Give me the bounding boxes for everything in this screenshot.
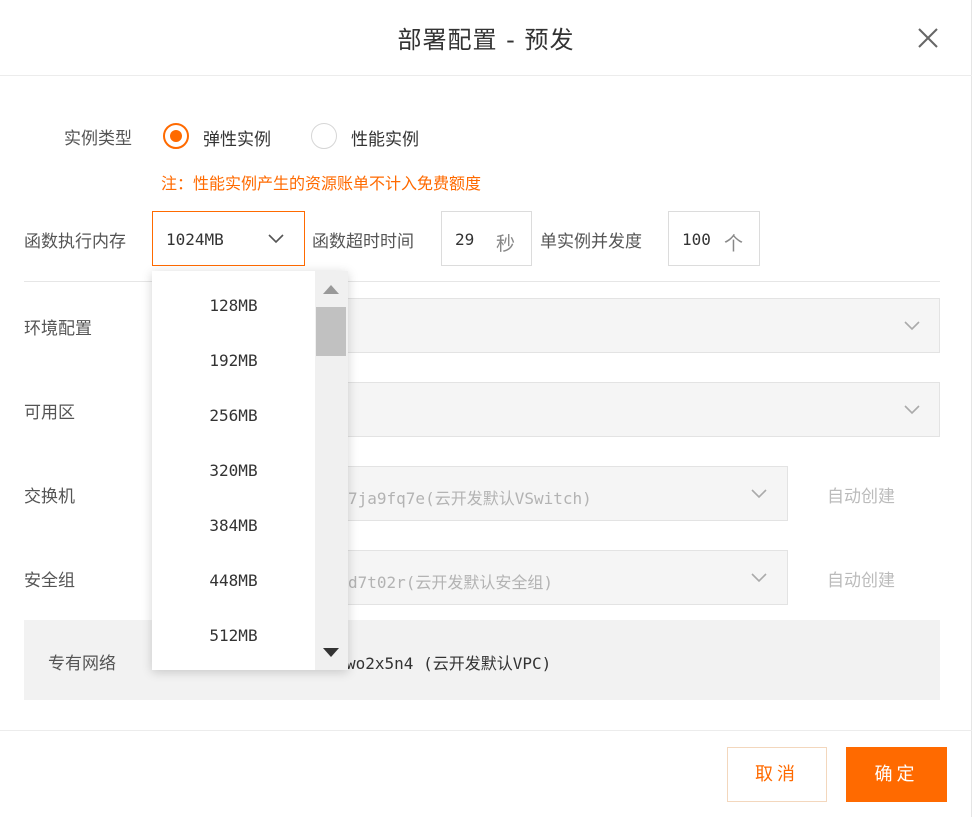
concurrency-input[interactable]: 100 个 bbox=[668, 211, 760, 266]
security-group-label: 安全组 bbox=[24, 571, 75, 591]
env-label: 环境配置 bbox=[24, 319, 92, 339]
concurrency-unit: 个 bbox=[724, 233, 744, 255]
instance-type-label: 实例类型 bbox=[64, 129, 132, 149]
memory-option-192[interactable]: 192MB bbox=[152, 333, 315, 388]
memory-option-384[interactable]: 384MB bbox=[152, 498, 315, 553]
memory-option-448[interactable]: 448MB bbox=[152, 553, 315, 608]
timeout-value: 29 bbox=[455, 230, 475, 249]
chevron-down-icon bbox=[268, 234, 284, 244]
memory-select[interactable]: 1024MB bbox=[152, 211, 305, 266]
cancel-button[interactable]: 取消 bbox=[727, 747, 827, 802]
vswitch-label: 交换机 bbox=[24, 487, 75, 507]
scroll-down-icon[interactable] bbox=[323, 648, 339, 657]
radio-performance-instance[interactable] bbox=[311, 123, 337, 149]
dialog-header: 部署配置 - 预发 bbox=[0, 0, 972, 76]
scroll-up-icon[interactable] bbox=[323, 285, 339, 294]
timeout-input[interactable]: 29 秒 bbox=[441, 211, 532, 266]
memory-select-value: 1024MB bbox=[166, 230, 224, 249]
confirm-button[interactable]: 确定 bbox=[846, 747, 947, 802]
dialog-title: 部署配置 - 预发 bbox=[397, 26, 575, 54]
security-group-select-value: d7t02r(云开发默认安全组) bbox=[348, 573, 554, 592]
scrollbar-thumb[interactable] bbox=[316, 307, 346, 356]
chevron-down-icon bbox=[751, 573, 767, 583]
memory-option-320[interactable]: 320MB bbox=[152, 443, 315, 498]
vswitch-select-value: 7ja9fq7e(云开发默认VSwitch) bbox=[348, 489, 592, 508]
radio-elastic-instance-label[interactable]: 弹性实例 bbox=[203, 125, 271, 150]
memory-label: 函数执行内存 bbox=[24, 232, 126, 252]
dropdown-scrollbar[interactable] bbox=[315, 271, 348, 670]
vpc-label: 专有网络 bbox=[48, 654, 116, 674]
chevron-down-icon bbox=[904, 405, 920, 415]
footer-divider bbox=[0, 730, 972, 731]
timeout-label: 函数超时时间 bbox=[312, 232, 414, 252]
vpc-value: wo2x5n4 (云开发默认VPC) bbox=[346, 654, 552, 673]
radio-elastic-instance[interactable] bbox=[163, 123, 189, 149]
memory-option-256[interactable]: 256MB bbox=[152, 388, 315, 443]
instance-note: 注：性能实例产生的资源账单不计入免费额度 bbox=[161, 174, 482, 193]
radio-performance-instance-label[interactable]: 性能实例 bbox=[351, 125, 419, 150]
close-icon[interactable] bbox=[914, 24, 942, 52]
memory-option-512[interactable]: 512MB bbox=[152, 608, 315, 663]
security-group-auto-create-link[interactable]: 自动创建 bbox=[827, 566, 895, 591]
vswitch-auto-create-link[interactable]: 自动创建 bbox=[827, 482, 895, 507]
memory-dropdown-menu: 128MB 192MB 256MB 320MB 384MB 448MB 512M… bbox=[152, 271, 348, 670]
chevron-down-icon bbox=[751, 489, 767, 499]
concurrency-value: 100 bbox=[682, 230, 711, 249]
zone-label: 可用区 bbox=[24, 403, 75, 423]
memory-option-128[interactable]: 128MB bbox=[152, 278, 315, 333]
timeout-unit: 秒 bbox=[496, 233, 516, 255]
deploy-config-dialog: 部署配置 - 预发 实例类型 弹性实例 性能实例 注：性能实例产生的资源账单不计… bbox=[0, 0, 972, 817]
concurrency-label: 单实例并发度 bbox=[540, 232, 642, 252]
chevron-down-icon bbox=[904, 321, 920, 331]
